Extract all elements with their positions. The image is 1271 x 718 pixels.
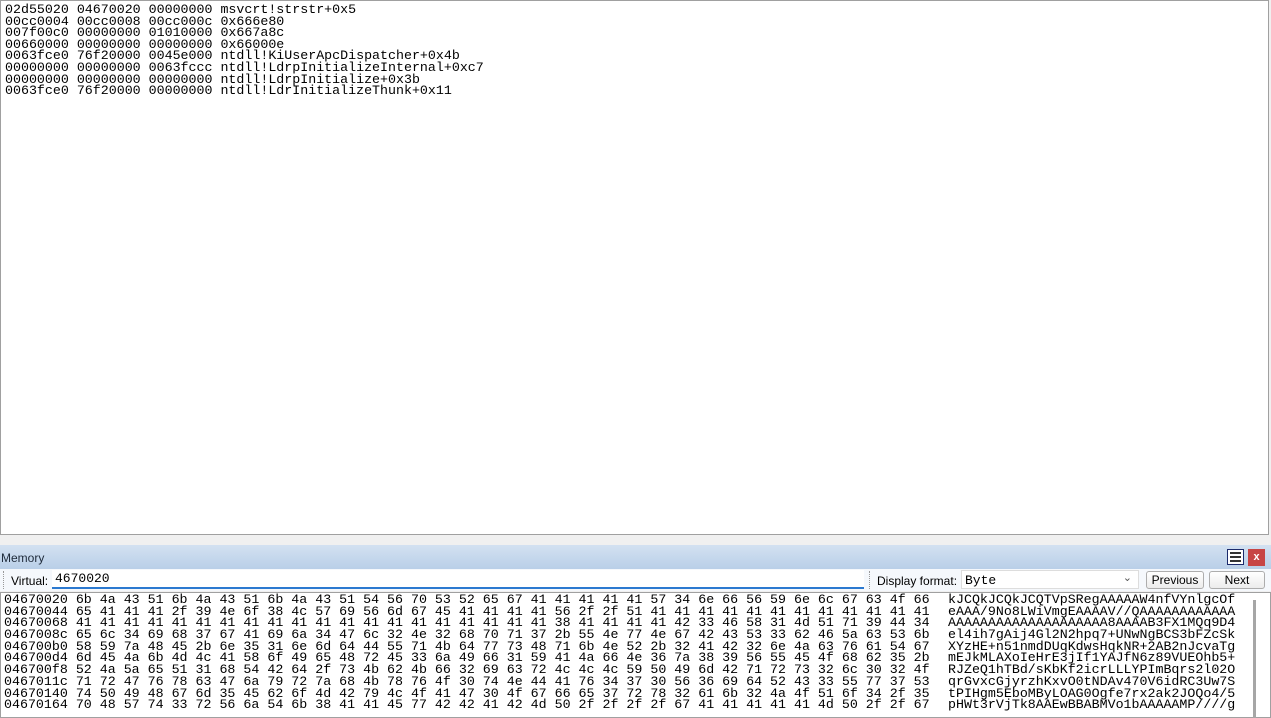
toolbar-grip [3,571,5,589]
stack-frame-line[interactable]: 0063fce0 76f20000 00000000 ntdll!LdrInit… [5,84,484,97]
virtual-label: Virtual: [11,574,49,588]
previous-button[interactable]: Previous [1146,571,1204,589]
memory-toolbar: Virtual: Display format: Byte ⌄ Previous… [0,569,1271,591]
memory-hex-view[interactable]: 04670020 6b 4a 43 51 6b 4a 43 51 6b 4a 4… [0,592,1271,718]
memory-hex-bytes: 70 48 57 74 33 72 56 6a 54 6b 38 41 41 4… [75,697,930,713]
display-format-value: Byte [965,573,997,588]
close-button[interactable]: x [1248,549,1265,566]
display-format-label: Display format: [877,574,958,588]
memory-address: 04670164 [4,697,68,713]
table-layout-icon[interactable] [1227,549,1244,565]
vertical-scrollbar[interactable] [1253,600,1256,718]
chevron-down-icon: ⌄ [1122,571,1132,584]
memory-title: Memory [1,551,45,565]
splitter[interactable] [0,535,1271,545]
stack-trace-pane[interactable]: 02d55020 04670020 00000000 msvcrt!strstr… [0,0,1269,535]
memory-row[interactable]: 04670164 70 48 57 74 33 72 56 6a 54 6b 3… [4,697,1235,713]
toolbar-grip [869,571,871,589]
memory-ascii: pHWt3rVjTk8AAEwBBABMVo1bAAAAAMP////g [948,697,1236,713]
memory-title-bar: Memory [0,545,1271,569]
next-button[interactable]: Next [1209,571,1265,589]
display-format-select[interactable]: Byte ⌄ [961,570,1139,589]
virtual-address-input[interactable] [52,570,864,589]
